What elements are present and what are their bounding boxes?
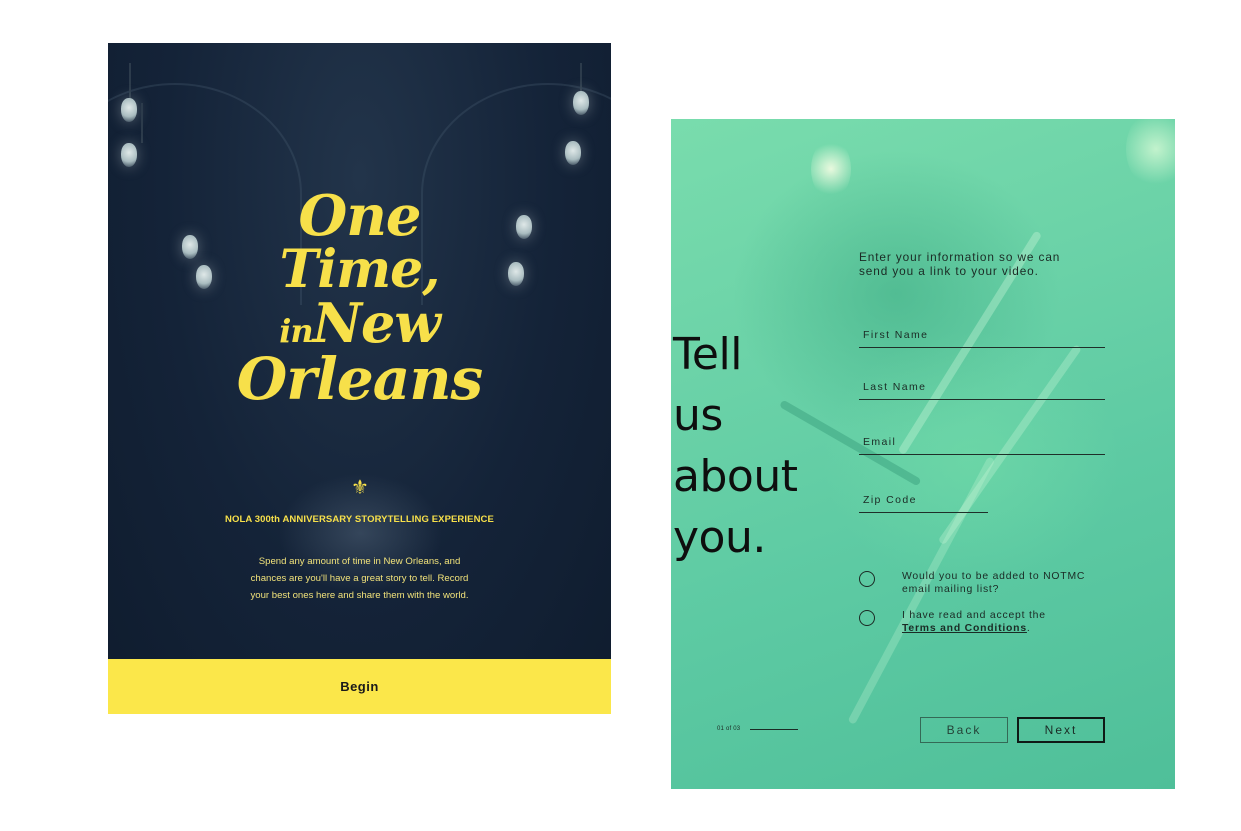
light-bulb-icon (121, 143, 137, 167)
headline: Tell us about you. (673, 324, 833, 568)
intro-text: Spend any amount of time in New Orleans,… (228, 553, 491, 604)
headline-line: Tell (673, 329, 742, 380)
headline-line: you. (673, 512, 766, 563)
background-shape (821, 329, 1121, 589)
terms-radio[interactable] (859, 610, 875, 626)
headline-line: about (673, 451, 798, 502)
title-line: One (298, 183, 421, 249)
form-intro: Enter your information so we can send yo… (859, 250, 1109, 278)
first-name-field[interactable]: First Name (859, 328, 1105, 348)
light-bulb-icon (565, 141, 581, 165)
intro-line: your best ones here and share them with … (250, 590, 469, 601)
bulb-wire (141, 103, 143, 143)
light-bulb-icon (573, 91, 589, 115)
subtitle: NOLA 300th ANNIVERSARY STORYTELLING EXPE… (225, 514, 494, 525)
form-intro-line: send you a link to your video. (859, 264, 1039, 278)
title-line: Time, (279, 239, 441, 300)
terms-option: I have read and accept the Terms and Con… (859, 609, 1046, 635)
terms-prefix: I have read and accept the (902, 610, 1046, 621)
step-indicator: 01 of 03 (717, 726, 799, 732)
zip-code-field[interactable]: Zip Code (859, 493, 988, 513)
email-field[interactable]: Email (859, 435, 1105, 455)
next-button[interactable]: Next (1017, 717, 1105, 743)
fleur-de-lis-icon: ⚜ (351, 475, 369, 499)
mailing-list-option: Would you to be added to NOTMC email mai… (859, 570, 1085, 596)
headline-line: us (673, 390, 723, 441)
light-flare (1126, 119, 1175, 189)
mailing-list-radio[interactable] (859, 571, 875, 587)
begin-button[interactable]: Begin (108, 659, 611, 714)
intro-line: chances are you'll have a great story to… (250, 573, 469, 584)
intro-line: Spend any amount of time in New Orleans,… (258, 556, 461, 567)
back-button[interactable]: Back (920, 717, 1008, 743)
light-bulb-icon (121, 98, 137, 122)
terms-link[interactable]: Terms and Conditions (902, 623, 1027, 634)
mailing-list-line: Would you to be added to NOTMC (902, 571, 1086, 582)
step-indicator-line (750, 728, 799, 730)
form-intro-line: Enter your information so we can (859, 250, 1061, 264)
bulb-wire (129, 63, 131, 103)
info-form-screen: Tell us about you. Enter your informatio… (671, 119, 1175, 789)
title-line: inNew (108, 296, 611, 350)
title-line: Orleans (236, 345, 483, 413)
terms-line: Terms and Conditions. (902, 622, 1046, 635)
title-logo: One Time, inNew Orleans (108, 188, 611, 408)
mailing-list-label: Would you to be added to NOTMC email mai… (902, 570, 1085, 596)
terms-label: I have read and accept the Terms and Con… (902, 609, 1046, 635)
welcome-screen: One Time, inNew Orleans ⚜ NOLA 300th ANN… (108, 43, 611, 714)
terms-suffix: . (1026, 623, 1031, 634)
last-name-field[interactable]: Last Name (859, 380, 1105, 400)
mailing-list-line: email mailing list? (902, 584, 1000, 595)
step-indicator-text: 01 of 03 (717, 726, 741, 732)
